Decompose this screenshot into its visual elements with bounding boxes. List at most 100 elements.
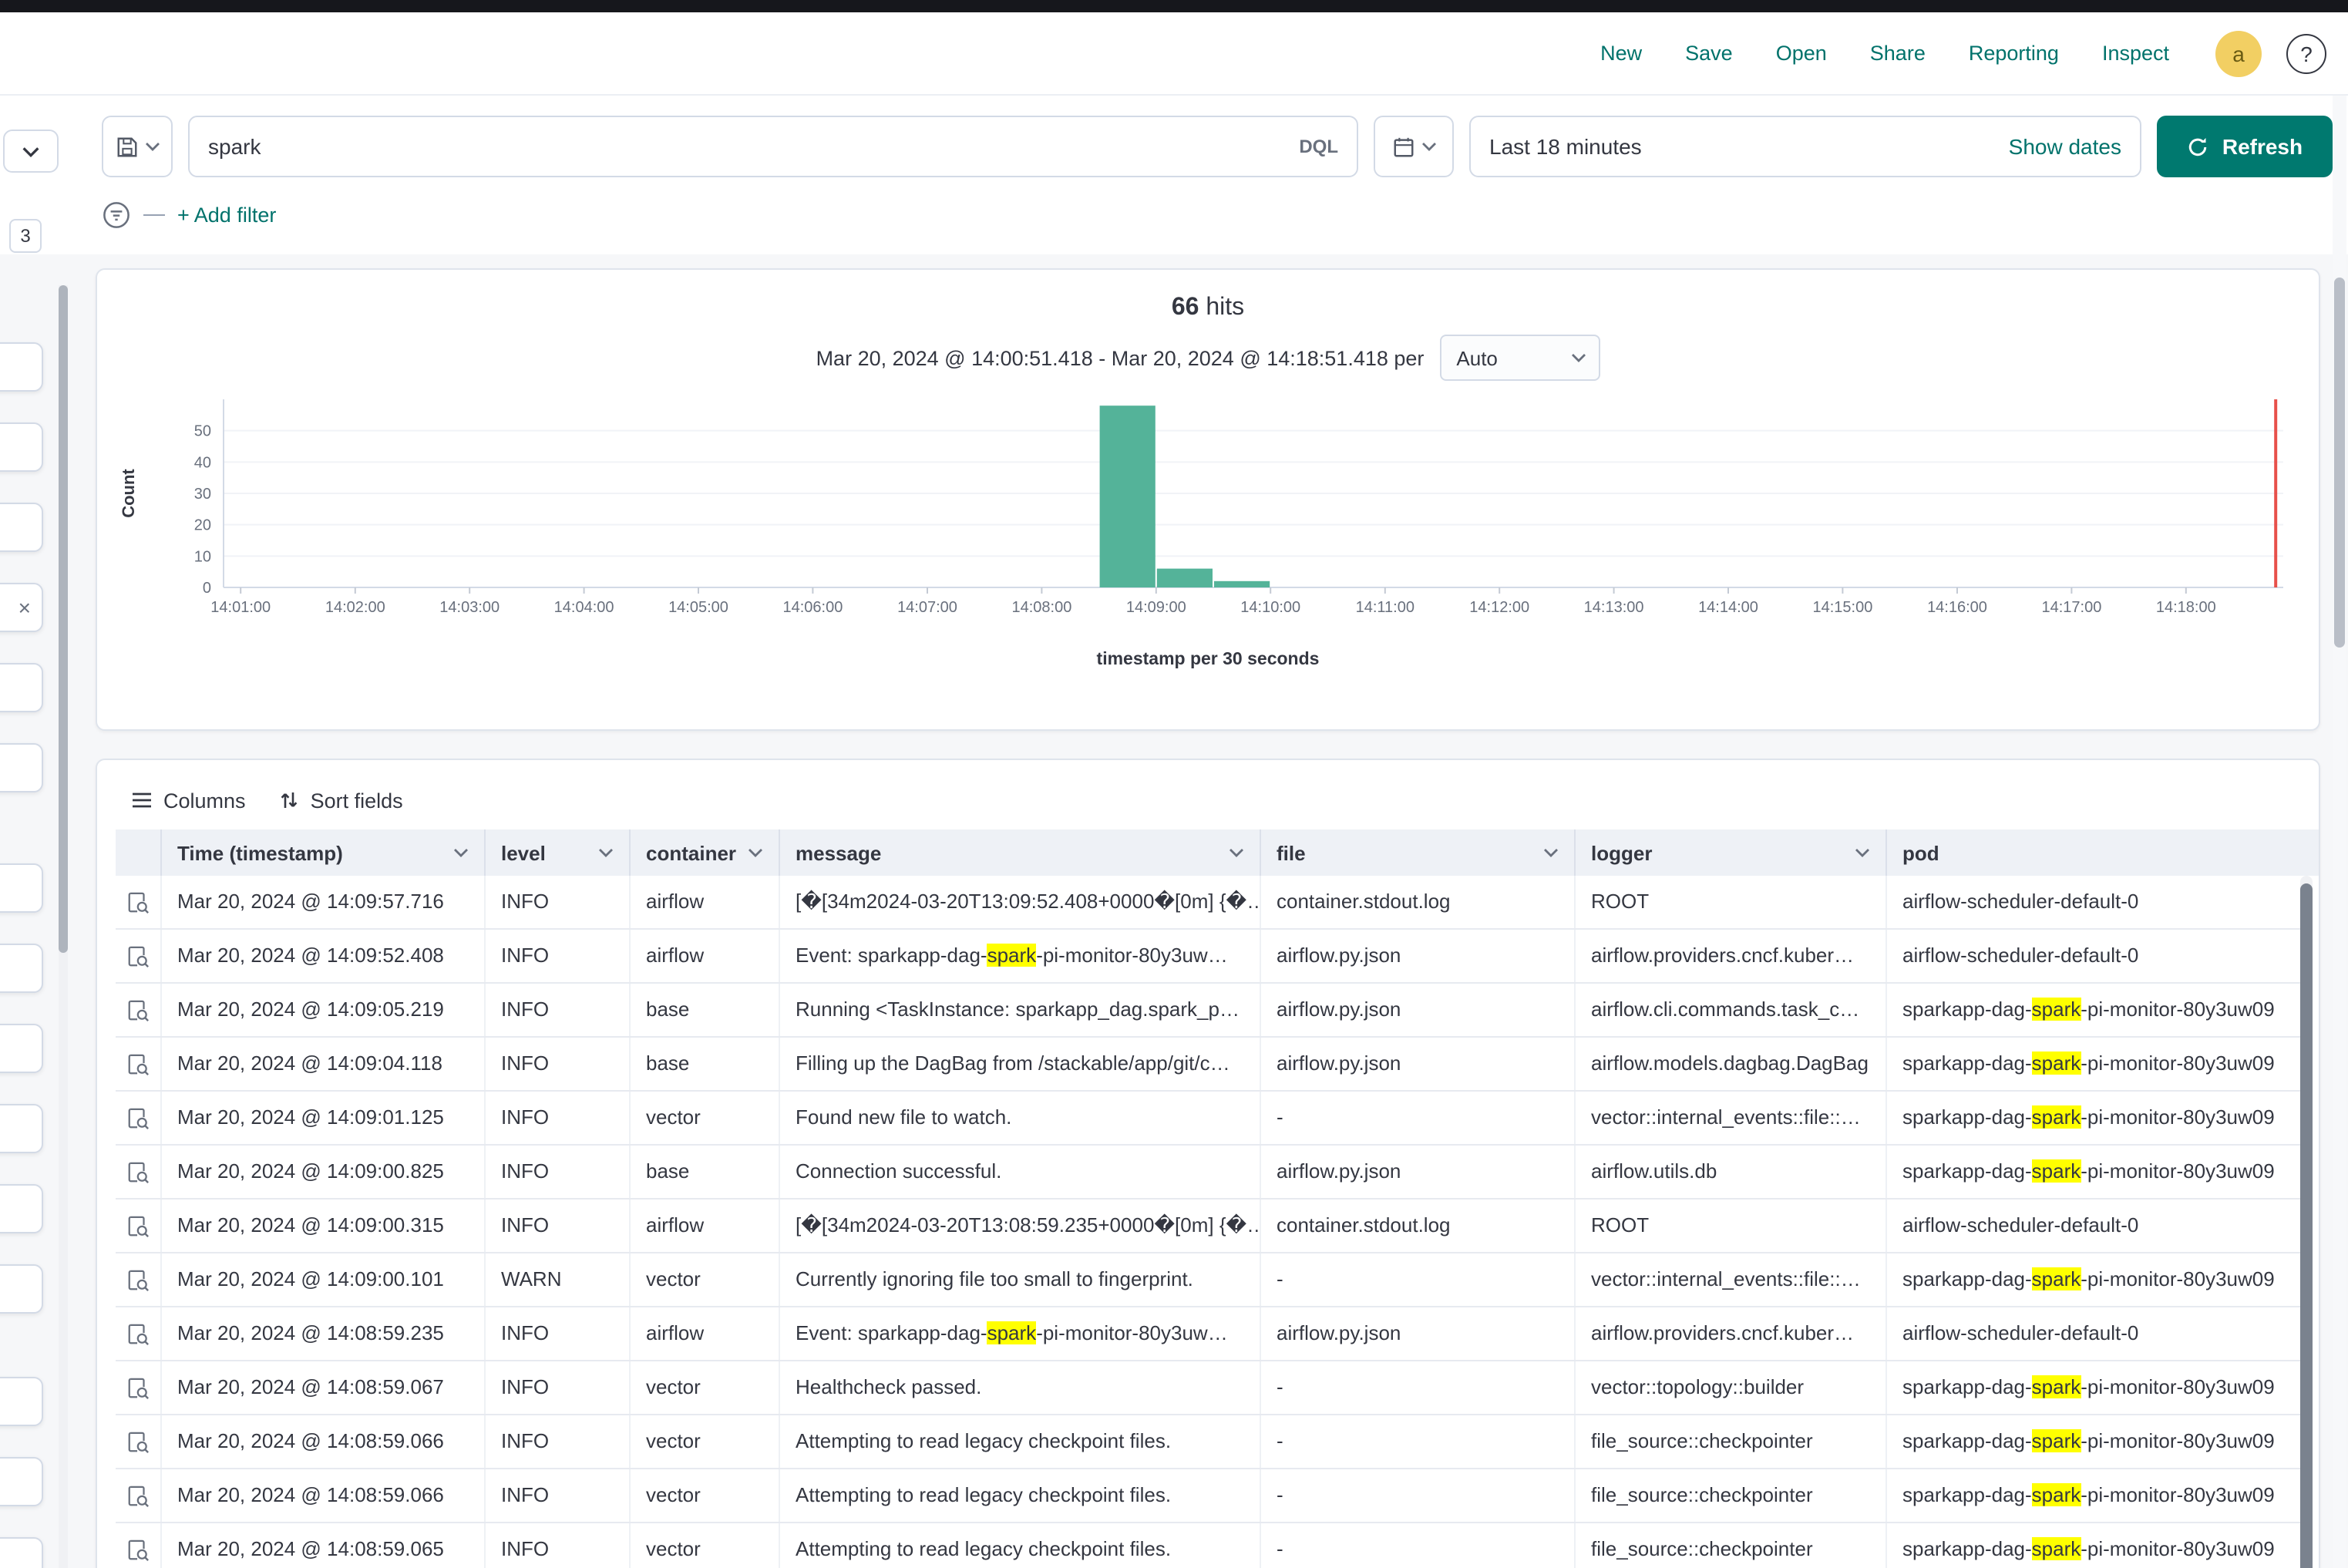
table-vertical-scrollbar[interactable]: [2300, 876, 2313, 1568]
cell-message: Healthcheck passed.: [780, 1361, 1261, 1414]
inspect-document-button[interactable]: [126, 1160, 150, 1183]
field-pill[interactable]: [0, 863, 43, 913]
column-header-pod[interactable]: pod: [1887, 829, 2319, 876]
field-pill[interactable]: [0, 1537, 43, 1568]
inspect-document-button[interactable]: [126, 944, 150, 967]
cell-logger: file_source::checkpointer: [1576, 1415, 1887, 1468]
field-pill[interactable]: [0, 503, 43, 552]
show-dates-button[interactable]: Show dates: [1990, 134, 2140, 159]
inspect-document-button[interactable]: [126, 1052, 150, 1075]
svg-text:14:15:00: 14:15:00: [1812, 599, 1872, 616]
field-pill[interactable]: [0, 1457, 43, 1506]
sidebar-scrollbar[interactable]: [59, 285, 68, 1568]
chevron-down-icon: [748, 848, 763, 857]
search-query-text: spark: [208, 134, 1299, 159]
filter-icon[interactable]: [102, 200, 131, 229]
avatar[interactable]: a: [2215, 30, 2262, 76]
cell-logger: airflow.models.dagbag.DagBag: [1576, 1038, 1887, 1090]
nav-inspect[interactable]: Inspect: [2081, 41, 2191, 64]
column-header-label: pod: [1902, 841, 1939, 864]
date-quick-select-button[interactable]: [1374, 116, 1454, 177]
refresh-button[interactable]: Refresh: [2157, 116, 2333, 177]
cell-file: container.stdout.log: [1261, 1200, 1576, 1252]
columns-button[interactable]: Columns: [131, 789, 246, 812]
column-header-time-timestamp[interactable]: Time (timestamp): [162, 829, 486, 876]
cell-pod: sparkapp-dag-spark-pi-monitor-80y3uw09: [1887, 984, 2319, 1036]
nav-share[interactable]: Share: [1848, 41, 1947, 64]
column-header-label: container: [646, 841, 736, 864]
cell-level: INFO: [486, 1038, 631, 1090]
field-pill[interactable]: [0, 663, 43, 712]
field-pill[interactable]: [0, 1184, 43, 1233]
field-pill[interactable]: [0, 944, 43, 993]
row-controls: [116, 1200, 162, 1252]
scrollbar-thumb[interactable]: [59, 285, 68, 952]
interval-select[interactable]: Auto: [1439, 335, 1600, 381]
field-pill[interactable]: [0, 1264, 43, 1314]
inspect-document-button[interactable]: [126, 1484, 150, 1507]
inspect-document-button[interactable]: [126, 1322, 150, 1345]
inspect-document-button[interactable]: [126, 998, 150, 1021]
nav-new[interactable]: New: [1579, 41, 1663, 64]
row-controls: [116, 1092, 162, 1144]
field-count-badge: 3: [9, 219, 42, 253]
field-pill[interactable]: [0, 1104, 43, 1153]
cell-pod: airflow-scheduler-default-0: [1887, 876, 2319, 928]
nav-open[interactable]: Open: [1754, 41, 1848, 64]
cell-level: INFO: [486, 1146, 631, 1198]
inspect-document-button[interactable]: [126, 1430, 150, 1453]
chevron-down-icon: [1570, 353, 1586, 362]
cell-time: Mar 20, 2024 @ 14:09:00.101: [162, 1253, 486, 1306]
sort-fields-button[interactable]: Sort fields: [280, 789, 403, 812]
cell-level: INFO: [486, 1469, 631, 1522]
field-pill[interactable]: [0, 342, 43, 392]
nav-reporting[interactable]: Reporting: [1947, 41, 2081, 64]
inspect-document-button[interactable]: [126, 1376, 150, 1399]
column-header-message[interactable]: message: [780, 829, 1261, 876]
inspect-document-icon: [126, 1214, 150, 1237]
cell-container: base: [631, 984, 780, 1036]
inspect-document-button[interactable]: [126, 1268, 150, 1291]
inspect-document-icon: [126, 1052, 150, 1075]
cell-container: airflow: [631, 876, 780, 928]
columns-icon: [131, 789, 153, 811]
inspect-document-button[interactable]: [126, 890, 150, 914]
page-scrollbar[interactable]: [2333, 96, 2346, 1568]
cell-message: Attempting to read legacy checkpoint fil…: [780, 1523, 1261, 1568]
column-header-level[interactable]: level: [486, 829, 631, 876]
table-row: Mar 20, 2024 @ 14:08:59.066 INFO vector …: [116, 1415, 2300, 1469]
add-filter-button[interactable]: + Add filter: [177, 203, 276, 226]
column-header-logger[interactable]: logger: [1576, 829, 1887, 876]
nav-save[interactable]: Save: [1663, 41, 1754, 64]
inspect-document-button[interactable]: [126, 1214, 150, 1237]
inspect-document-icon: [126, 944, 150, 967]
column-header-label: message: [796, 841, 881, 864]
inspect-document-button[interactable]: [126, 1106, 150, 1129]
field-pill[interactable]: [0, 1024, 43, 1073]
collapse-sidebar-button[interactable]: [3, 130, 59, 173]
search-input[interactable]: spark DQL: [188, 116, 1358, 177]
scrollbar-thumb[interactable]: [2300, 883, 2313, 1568]
cell-file: -: [1261, 1415, 1576, 1468]
histogram-chart[interactable]: 0102030405014:01:0014:02:0014:03:0014:04…: [113, 390, 2302, 637]
inspect-document-button[interactable]: [126, 1538, 150, 1561]
field-pill[interactable]: [0, 422, 43, 472]
field-pill[interactable]: [0, 743, 43, 792]
save-icon: [115, 135, 138, 158]
cell-level: INFO: [486, 876, 631, 928]
highlighted-term: spark: [2032, 998, 2081, 1021]
time-range-display[interactable]: Last 18 minutes: [1471, 134, 1990, 159]
column-header-container[interactable]: container: [631, 829, 780, 876]
cell-time: Mar 20, 2024 @ 14:08:59.067: [162, 1361, 486, 1414]
svg-text:14:02:00: 14:02:00: [325, 599, 385, 616]
query-language-button[interactable]: DQL: [1299, 136, 1338, 157]
field-pill[interactable]: [0, 1377, 43, 1426]
saved-query-menu-button[interactable]: [102, 116, 173, 177]
chevron-down-icon: [1421, 142, 1436, 151]
scrollbar-thumb[interactable]: [2334, 278, 2345, 648]
help-icon[interactable]: ?: [2286, 33, 2326, 73]
cell-level: INFO: [486, 1523, 631, 1568]
field-pill-remove[interactable]: ×: [0, 583, 43, 632]
column-header-file[interactable]: file: [1261, 829, 1576, 876]
cell-file: -: [1261, 1469, 1576, 1522]
